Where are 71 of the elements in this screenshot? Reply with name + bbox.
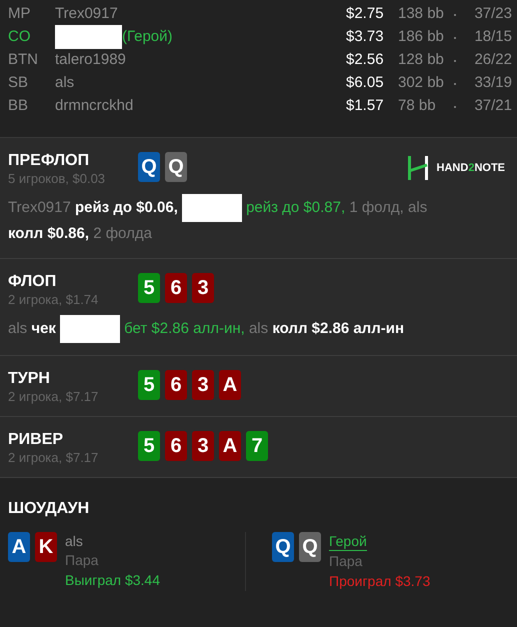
street-subtitle: 5 игроков, $0.03 [8, 171, 106, 186]
hand-result: Выиграл $3.44 [65, 571, 160, 590]
action-text: колл $2.86 алл-ин [272, 320, 404, 337]
action-text: рейз до $0.87, [246, 198, 346, 216]
action-text: колл $0.86, [8, 225, 90, 242]
player-name: talero1989 [55, 51, 126, 68]
player-stats: 37/21 [473, 97, 512, 114]
street-title: ПРЕФЛОП [8, 152, 90, 170]
action-text: 1 фолд, [349, 198, 404, 216]
hand-combo: Пара [329, 552, 364, 571]
stack-amount: $2.75 [346, 5, 385, 22]
big-blinds: 138 bb [398, 5, 445, 22]
playing-card: 3 [192, 273, 214, 303]
playing-card: 3 [192, 370, 214, 400]
playing-card: 5 [138, 273, 160, 303]
position-label: BTN [8, 51, 39, 68]
street-title: ФЛОП [8, 273, 58, 291]
player-name: als [65, 532, 83, 550]
player-name[interactable]: Герой [329, 532, 367, 551]
action-text: бет $2.86 алл-ин, [124, 320, 245, 337]
playing-card: 5 [138, 431, 160, 461]
street-title: РИВЕР [8, 431, 64, 449]
action-text: als [8, 320, 28, 337]
player-name: drmncrckhd [55, 97, 134, 114]
street-subtitle: 2 игрока, $7.17 [8, 450, 100, 465]
player-stats: 37/23 [473, 5, 512, 22]
playing-card: Q [138, 152, 160, 182]
big-blinds: 186 bb [398, 28, 445, 45]
street-title: ТУРН [8, 370, 51, 388]
stack-amount: $1.57 [346, 97, 385, 114]
player-stats: 33/19 [473, 74, 512, 91]
player-stats: 26/22 [473, 51, 512, 68]
stack-amount: $6.05 [346, 74, 385, 91]
big-blinds: 128 bb [398, 51, 445, 68]
logo-text: HAND2NOTE [436, 162, 505, 174]
position-label: MP [8, 5, 32, 22]
playing-card: A [219, 370, 241, 400]
playing-card: A [8, 532, 30, 562]
action-text: 2 фолда [93, 225, 152, 242]
playing-card: Q [299, 532, 321, 562]
position-label: CO [8, 28, 32, 45]
action-text: чек [31, 320, 56, 337]
stack-amount: $2.56 [346, 51, 385, 68]
stack-amount: $3.73 [346, 28, 385, 45]
action-text: Trex0917 [8, 198, 71, 216]
playing-card: A [219, 431, 241, 461]
playing-card: 7 [246, 431, 268, 461]
playing-card: 5 [138, 370, 160, 400]
position-label: SB [8, 74, 30, 91]
big-blinds: 302 bb [398, 74, 445, 91]
playing-card: K [35, 532, 57, 562]
hand-combo: Пара [65, 551, 100, 570]
playing-card: 6 [165, 431, 187, 461]
hand-result: Проиграл $3.73 [329, 572, 430, 591]
playing-card: 6 [165, 370, 187, 400]
playing-card: Q [272, 532, 294, 562]
position-label: BB [8, 97, 30, 114]
playing-card: Q [165, 152, 187, 182]
street-subtitle: 2 игрока, $1.74 [8, 292, 100, 307]
action-text: als [408, 198, 428, 216]
player-name: Trex0917 [55, 5, 118, 22]
playing-card: 6 [165, 273, 187, 303]
player-name: als [55, 74, 74, 91]
hero-tag: (Герой) [122, 28, 173, 45]
street-subtitle: 2 игрока, $7.17 [8, 389, 100, 404]
player-stats: 18/15 [473, 28, 512, 45]
playing-card: 3 [192, 431, 214, 461]
showdown-title: ШОУДАУН [8, 500, 90, 517]
action-text: als [248, 320, 268, 337]
big-blinds: 78 bb [398, 97, 437, 114]
action-text: рейз до $0.06, [74, 198, 178, 216]
